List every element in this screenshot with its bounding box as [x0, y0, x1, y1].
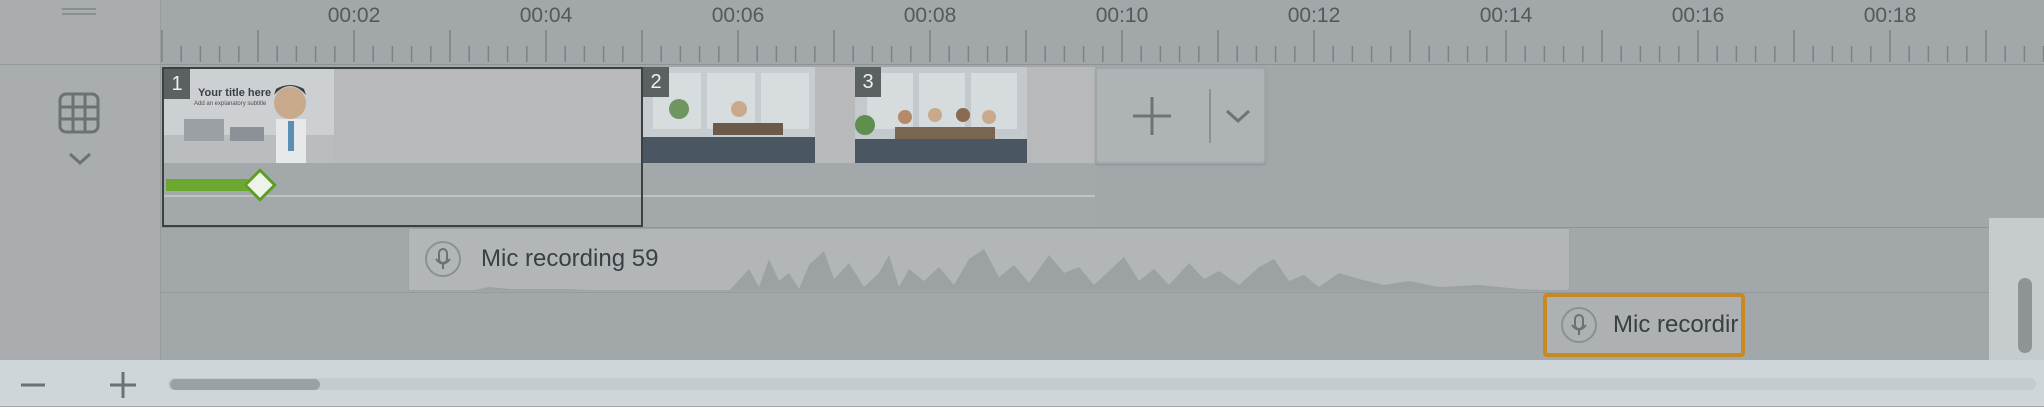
- ruler-label: 00:02: [327, 4, 381, 27]
- audio-clip-label: Mic recordir: [1613, 311, 1739, 338]
- microphone-icon: [425, 241, 461, 277]
- add-scene-button[interactable]: [1097, 69, 1207, 162]
- chevron-down-icon[interactable]: [66, 150, 94, 168]
- vertical-scrollbar[interactable]: [1989, 218, 2044, 360]
- plus-icon: [1133, 97, 1171, 135]
- scene-1-line: [164, 195, 641, 197]
- audio-track-2: [161, 293, 2044, 359]
- ruler-label: 00:06: [711, 4, 765, 27]
- add-scene-group: [1095, 67, 1266, 164]
- horizontal-scrollbar-thumb[interactable]: [170, 379, 320, 390]
- scene-number: 3: [855, 67, 881, 97]
- audio-clip-label: Mic recording 59: [481, 245, 659, 272]
- thumb-subtitle: Add an explanatory subtitle: [194, 101, 267, 107]
- ruler-label: 00:12: [1287, 4, 1341, 27]
- thumb-title: Your title here: [198, 87, 272, 99]
- horizontal-scrollbar[interactable]: [168, 378, 2036, 390]
- microphone-icon: [1561, 307, 1597, 343]
- minus-icon: [21, 383, 45, 387]
- time-ruler[interactable]: 00:02 00:04 00:06 00:08 00:10 00:12 00:1…: [161, 0, 2044, 65]
- scene-3-line: [855, 195, 1095, 197]
- scene-number: 1: [164, 69, 190, 99]
- ruler-label: 00:04: [519, 4, 573, 27]
- scene-1[interactable]: Your title here Add an explanatory subti…: [162, 67, 643, 227]
- ruler-label: 00:08: [903, 4, 957, 27]
- zoom-out-button[interactable]: [18, 370, 48, 400]
- chevron-down-icon: [1225, 109, 1251, 124]
- ruler-label: 00:16: [1671, 4, 1725, 27]
- plus-icon: [110, 372, 136, 398]
- audio-clip-selected[interactable]: Mic recordir: [1543, 293, 1745, 357]
- drag-handle-icon[interactable]: [62, 8, 96, 18]
- scene-2-line: [643, 195, 855, 197]
- zoom-in-button[interactable]: [106, 368, 140, 402]
- grid-icon[interactable]: [58, 92, 100, 134]
- ruler-label: 00:14: [1479, 4, 1533, 27]
- ruler-label: 00:18: [1863, 4, 1917, 27]
- scene-3[interactable]: 3: [855, 67, 1095, 227]
- ruler-label: 00:10: [1095, 4, 1149, 27]
- scene-1-lower: [164, 163, 641, 225]
- scene-number: 2: [643, 67, 669, 97]
- audio-clip[interactable]: Mic recording 59: [408, 228, 1570, 291]
- add-scene-dropdown[interactable]: [1211, 69, 1264, 162]
- scene-2[interactable]: 2: [643, 67, 855, 227]
- vertical-scrollbar-thumb[interactable]: [2018, 278, 2032, 353]
